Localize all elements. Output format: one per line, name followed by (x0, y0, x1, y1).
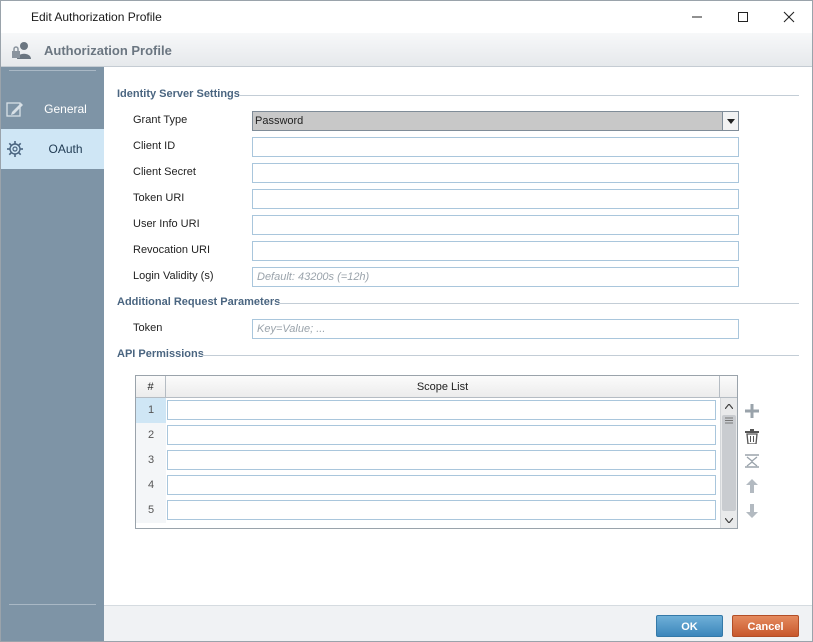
table-row[interactable]: 1 (136, 398, 720, 423)
client-secret-input[interactable] (252, 163, 739, 183)
move-up-icon (746, 479, 758, 493)
scope-list-grid: # Scope List 1 2 3 4 5 (135, 375, 738, 529)
profile-header: Authorization Profile (1, 33, 812, 67)
user-lock-icon (12, 42, 31, 59)
row-number: 2 (136, 423, 166, 448)
cancel-button[interactable]: Cancel (732, 615, 799, 637)
login-validity-input[interactable] (252, 267, 739, 287)
row-number: 1 (136, 398, 166, 423)
section-identity-server: Identity Server Settings (117, 88, 240, 100)
maximize-icon (738, 12, 748, 22)
sidebar-item-oauth[interactable]: OAuth (1, 129, 104, 169)
close-icon (783, 11, 795, 23)
revocation-uri-input[interactable] (252, 241, 739, 261)
column-header-number[interactable]: # (136, 376, 166, 398)
maximize-button[interactable] (720, 1, 766, 33)
window-title: Edit Authorization Profile (31, 10, 162, 24)
chevron-up-icon (725, 403, 733, 409)
sidebar-divider (9, 604, 96, 605)
row-number: 4 (136, 473, 166, 498)
grid-header: # Scope List (136, 376, 737, 398)
token-uri-input[interactable] (252, 189, 739, 209)
token-uri-label: Token URI (133, 192, 185, 204)
token-label: Token (133, 322, 163, 334)
delete-icon (745, 428, 759, 444)
table-row[interactable]: 2 (136, 423, 720, 448)
row-number: 5 (136, 498, 166, 523)
scope-input[interactable] (167, 450, 716, 470)
move-down-button[interactable] (744, 503, 760, 519)
section-api-permissions: API Permissions (117, 348, 204, 360)
client-id-label: Client ID (133, 140, 176, 152)
login-validity-label: Login Validity (s) (133, 270, 214, 282)
ok-button[interactable]: OK (656, 615, 723, 637)
user-info-uri-input[interactable] (252, 215, 739, 235)
chevron-down-icon (725, 517, 733, 523)
table-row[interactable]: 3 (136, 448, 720, 473)
sidebar-item-general[interactable]: General (1, 89, 104, 129)
grid-scrollbar[interactable] (720, 398, 737, 528)
move-down-icon (746, 504, 758, 518)
table-row[interactable]: 5 (136, 498, 720, 523)
section-additional-parameters: Additional Request Parameters (117, 296, 281, 308)
close-button[interactable] (766, 1, 812, 33)
minimize-icon (692, 16, 702, 18)
grip-icon (725, 417, 733, 424)
row-number: 3 (136, 448, 166, 473)
grant-type-label: Grant Type (133, 114, 188, 126)
grant-type-value: Password (255, 115, 304, 127)
add-row-button[interactable] (744, 403, 760, 419)
add-icon (745, 404, 759, 418)
dropdown-button[interactable] (722, 112, 738, 130)
column-header-scope-list[interactable]: Scope List (166, 376, 720, 398)
sidebar-item-label: General (44, 102, 87, 116)
clear-icon (745, 454, 759, 468)
table-row[interactable]: 4 (136, 473, 720, 498)
client-id-input[interactable] (252, 137, 739, 157)
sidebar-item-label: OAuth (48, 142, 83, 156)
move-up-button[interactable] (744, 478, 760, 494)
scroll-up-button[interactable] (721, 398, 737, 414)
oauth-panel: Identity Server Settings Grant Type Pass… (104, 67, 812, 605)
user-info-uri-label: User Info URI (133, 218, 200, 230)
scope-input[interactable] (167, 425, 716, 445)
title-bar: Edit Authorization Profile (1, 1, 812, 33)
clear-rows-button[interactable] (744, 453, 760, 469)
dialog-footer: OK Cancel (104, 605, 812, 641)
gear-icon (7, 141, 23, 157)
scroll-thumb[interactable] (722, 415, 736, 511)
scope-input[interactable] (167, 400, 716, 420)
delete-row-button[interactable] (744, 428, 760, 444)
dialog-window: Edit Authorization Profile Authorization… (0, 0, 813, 642)
chevron-down-icon (726, 118, 735, 124)
revocation-uri-label: Revocation URI (133, 244, 211, 256)
header-title: Authorization Profile (44, 43, 172, 58)
client-secret-label: Client Secret (133, 166, 196, 178)
edit-icon (6, 102, 23, 117)
scope-input[interactable] (167, 475, 716, 495)
section-divider (239, 95, 799, 96)
token-input[interactable] (252, 319, 739, 339)
scroll-down-button[interactable] (721, 512, 737, 528)
sidebar: General OAuth (1, 67, 104, 641)
scope-input[interactable] (167, 500, 716, 520)
section-divider (202, 355, 799, 356)
minimize-button[interactable] (674, 1, 720, 33)
sidebar-divider (9, 70, 96, 71)
section-divider (278, 303, 799, 304)
grant-type-select[interactable]: Password (252, 111, 739, 131)
